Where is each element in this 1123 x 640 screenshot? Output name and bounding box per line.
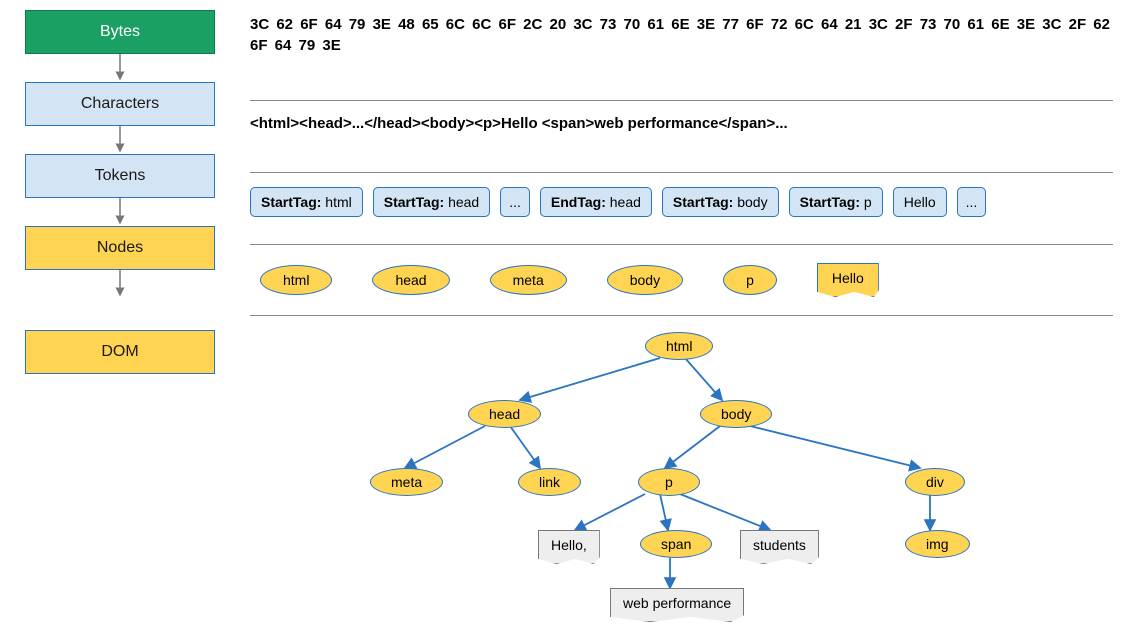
- arrow-down-icon: [113, 54, 127, 82]
- token-ellipsis: ...: [500, 187, 530, 217]
- arrow-down-icon: [113, 270, 127, 298]
- token: StartTag: p: [789, 187, 883, 217]
- dom-node-link: link: [518, 468, 581, 496]
- dom-node-span: span: [640, 530, 712, 558]
- dom-node-img: img: [905, 530, 970, 558]
- characters-text: <html><head>...</head><body><p>Hello <sp…: [250, 115, 1113, 132]
- token: StartTag: body: [662, 187, 779, 217]
- stage-dom: DOM: [25, 330, 215, 374]
- node-ellipse: p: [723, 265, 777, 295]
- bytes-hex-text: 3C 62 6F 64 79 3E 48 65 6C 6C 6F 2C 20 3…: [250, 14, 1113, 56]
- dom-text-hello: Hello,: [538, 530, 600, 564]
- dom-text-students: students: [740, 530, 819, 564]
- token-ellipsis: ...: [957, 187, 987, 217]
- dom-node-p: p: [638, 468, 700, 496]
- tokens-row: StartTag: html StartTag: head ... EndTag…: [250, 187, 1113, 217]
- separator: [250, 315, 1113, 316]
- dom-node-div: div: [905, 468, 965, 496]
- separator: [250, 244, 1113, 245]
- arrow-down-icon: [113, 126, 127, 154]
- dom-node-body: body: [700, 400, 772, 428]
- stage-nodes: Nodes: [25, 226, 215, 270]
- dom-tree: html head body meta link p div Hello, sp…: [230, 330, 1113, 630]
- node-ellipse: html: [260, 265, 332, 295]
- node-ellipse: body: [607, 265, 683, 295]
- token: EndTag: head: [540, 187, 652, 217]
- token: Hello: [893, 187, 947, 217]
- dom-text-webperf: web performance: [610, 588, 744, 622]
- node-textnode: Hello: [817, 263, 879, 297]
- token: StartTag: head: [373, 187, 490, 217]
- separator: [250, 100, 1113, 101]
- stage-tokens: Tokens: [25, 154, 215, 198]
- stage-bytes: Bytes: [25, 10, 215, 54]
- dom-node-head: head: [468, 400, 541, 428]
- dom-node-meta: meta: [370, 468, 443, 496]
- node-ellipse: meta: [490, 265, 567, 295]
- separator: [250, 172, 1113, 173]
- node-ellipse: head: [372, 265, 449, 295]
- nodes-row: html head meta body p Hello: [250, 259, 1113, 301]
- stage-characters: Characters: [25, 82, 215, 126]
- token: StartTag: html: [250, 187, 363, 217]
- dom-node-html: html: [645, 332, 713, 360]
- arrow-down-icon: [113, 198, 127, 226]
